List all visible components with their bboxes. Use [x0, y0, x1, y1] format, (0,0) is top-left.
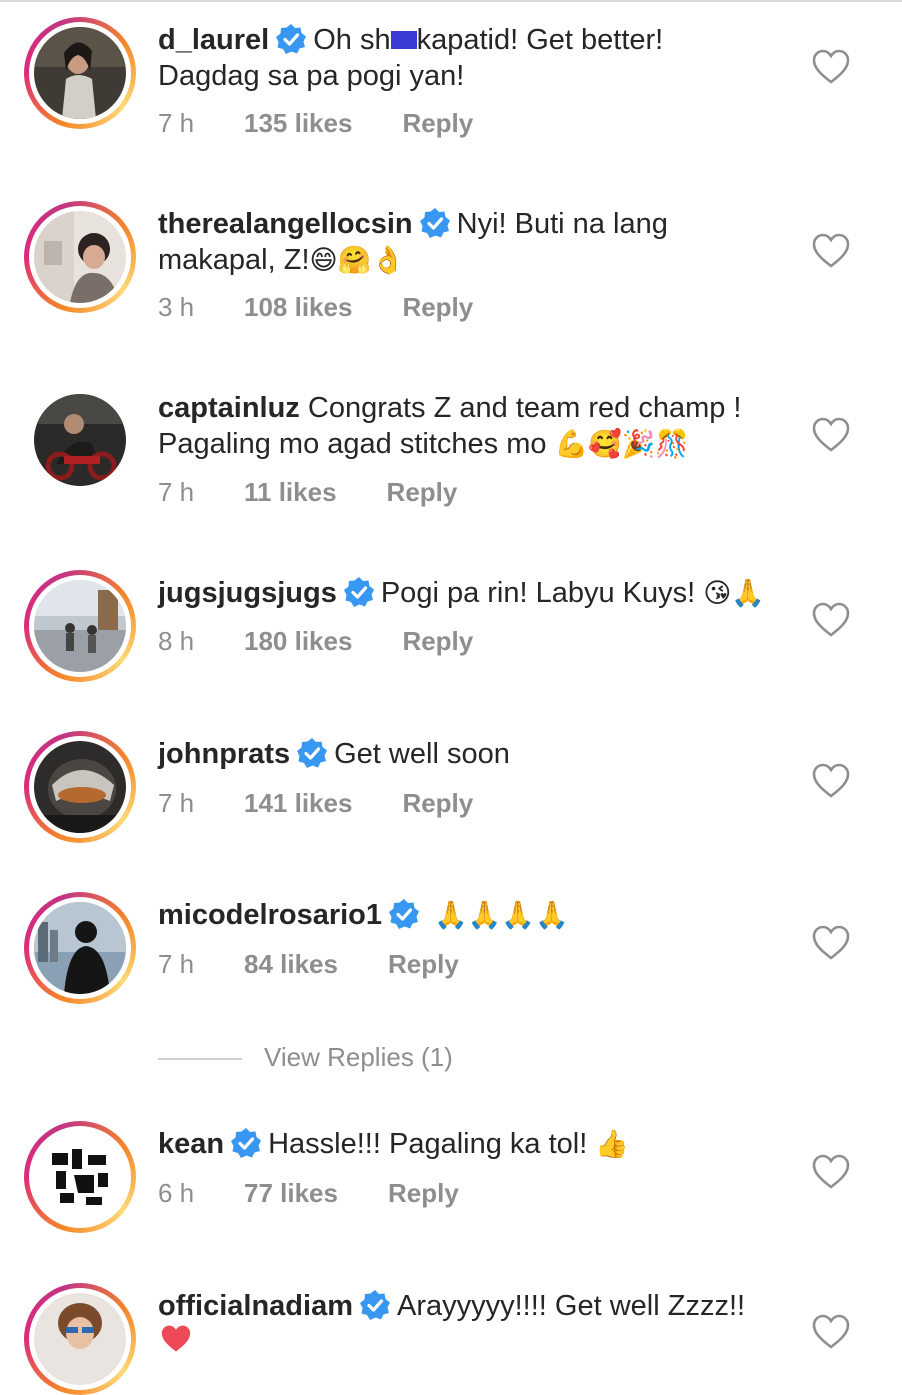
heart-outline-icon[interactable] [812, 417, 850, 453]
comment-body: Hassle!!! Pagaling ka tol! [268, 1128, 588, 1160]
reply-button[interactable]: Reply [402, 788, 473, 819]
comment-time: 8 h [158, 626, 195, 656]
reply-button[interactable]: Reply [387, 477, 458, 508]
comment-username[interactable]: d_laurel [158, 24, 269, 56]
comment-meta: 7 h 135 likes Reply [158, 108, 473, 139]
comment-body-cont: kapatid! Get better! [416, 24, 664, 56]
avatar[interactable] [24, 17, 136, 129]
comment-body: Nyi! Buti na lang [456, 208, 668, 240]
avatar-photo [34, 27, 126, 119]
verified-badge-icon [389, 899, 420, 929]
avatar[interactable] [34, 394, 126, 486]
comment-time: 3 h [158, 292, 195, 322]
replies-divider [158, 1058, 242, 1061]
comment-likes[interactable]: 108 likes [244, 292, 352, 323]
top-divider [0, 0, 902, 2]
avatar-photo [34, 902, 126, 994]
comment-meta: 8 h 180 likes Reply [158, 626, 473, 657]
heart-outline-icon[interactable] [812, 1154, 850, 1190]
verified-badge-icon [297, 738, 328, 768]
avatar[interactable] [24, 1121, 136, 1233]
comment-time: 7 h [158, 788, 195, 818]
verified-badge-icon [419, 208, 450, 238]
comment-username[interactable]: johnprats [158, 738, 290, 770]
comment-text: captainluz Congrats Z and team red champ… [158, 390, 798, 463]
heart-outline-icon[interactable] [812, 602, 850, 638]
avatar[interactable] [24, 892, 136, 1004]
comment-emojis: 👍 [595, 1129, 629, 1160]
comment-body: Get well soon [334, 738, 510, 770]
avatar[interactable] [24, 1283, 136, 1395]
comment-text: jugsjugsjugs Pogi pa rin! Labyu Kuys! 😘🙏 [158, 575, 798, 612]
comment-emojis: 😘🙏 [703, 578, 766, 609]
avatar[interactable] [24, 731, 136, 843]
verified-badge-icon [231, 1128, 262, 1158]
comment-body-line2: makapal, Z! [158, 244, 310, 276]
comment-username[interactable]: kean [158, 1128, 224, 1160]
comment-username[interactable]: jugsjugsjugs [158, 577, 337, 609]
avatar[interactable] [24, 201, 136, 313]
comment-body-line2: Dagdag sa pa pogi yan! [158, 60, 465, 92]
comment-likes[interactable]: 141 likes [244, 788, 352, 819]
heart-outline-icon[interactable] [812, 925, 850, 961]
comment-likes[interactable]: 77 likes [244, 1178, 338, 1209]
avatar-photo [34, 741, 126, 833]
comment-body: Arayyyyy!!!! Get well Zzzz!! [397, 1290, 746, 1322]
comment-emojis: 😄🤗👌 [309, 245, 405, 276]
avatar-photo [34, 211, 126, 303]
avatar-photo [34, 1293, 126, 1385]
avatar-photo [34, 580, 126, 672]
verified-badge-icon [360, 1290, 390, 1320]
verified-badge-icon [343, 577, 374, 607]
comment-likes[interactable]: 180 likes [244, 626, 352, 657]
comment-emojis: 💪🥰🎉🎊 [554, 429, 690, 460]
heart-outline-icon[interactable] [812, 763, 850, 799]
avatar[interactable] [24, 570, 136, 682]
comment-time: 7 h [158, 949, 195, 979]
comment-meta: 3 h 108 likes Reply [158, 292, 473, 323]
comment-body: Congrats Z and team red champ ! [307, 392, 742, 424]
red-heart-icon [161, 1325, 191, 1352]
comment-text: micodelrosario1 🙏🙏🙏🙏 [158, 897, 798, 934]
comment-body: Oh sh [313, 24, 391, 56]
comment-body-line2: Pagaling mo agad stitches mo [158, 428, 547, 460]
comment-text: kean Hassle!!! Pagaling ka tol! 👍 [158, 1126, 798, 1163]
comment-username[interactable]: micodelrosario1 [158, 899, 382, 931]
reply-button[interactable]: Reply [388, 1178, 459, 1209]
heart-outline-icon[interactable] [812, 233, 850, 269]
comment-body: Pogi pa rin! Labyu Kuys! [380, 577, 696, 609]
comment-time: 7 h [158, 108, 195, 138]
verified-badge-icon [276, 24, 307, 54]
view-replies-label: View Replies (1) [264, 1042, 453, 1072]
heart-outline-icon[interactable] [812, 49, 850, 85]
comment-time: 6 h [158, 1178, 195, 1208]
avatar-photo [34, 1131, 126, 1223]
comment-likes[interactable]: 84 likes [244, 949, 338, 980]
comment-time: 7 h [158, 477, 195, 507]
comment-text: therealangellocsin Nyi! Buti na lang maka… [158, 206, 798, 279]
comment-username[interactable]: officialnadiam [158, 1290, 353, 1322]
comment-likes[interactable]: 135 likes [244, 108, 352, 139]
reply-button[interactable]: Reply [388, 949, 459, 980]
comment-emojis: 🙏🙏🙏🙏 [434, 900, 569, 931]
reply-button[interactable]: Reply [402, 108, 473, 139]
redaction-mark [390, 31, 417, 49]
reply-button[interactable]: Reply [402, 292, 473, 323]
view-replies-link[interactable]: View Replies (1) [158, 1042, 453, 1073]
comment-username[interactable]: therealangellocsin [158, 208, 413, 240]
comment-meta: 7 h 11 likes Reply [158, 477, 457, 508]
comment-text: johnprats Get well soon [158, 736, 798, 772]
reply-button[interactable]: Reply [402, 626, 473, 657]
comment-likes[interactable]: 11 likes [244, 477, 337, 508]
comment-meta: 6 h 77 likes Reply [158, 1178, 459, 1209]
comment-meta: 7 h 141 likes Reply [158, 788, 473, 819]
comment-meta: 7 h 84 likes Reply [158, 949, 459, 980]
comment-username[interactable]: captainluz [158, 392, 300, 424]
heart-outline-icon[interactable] [812, 1314, 850, 1350]
comment-text: d_laurel Oh sh kapatid! Get better! Dagdag… [158, 22, 798, 94]
